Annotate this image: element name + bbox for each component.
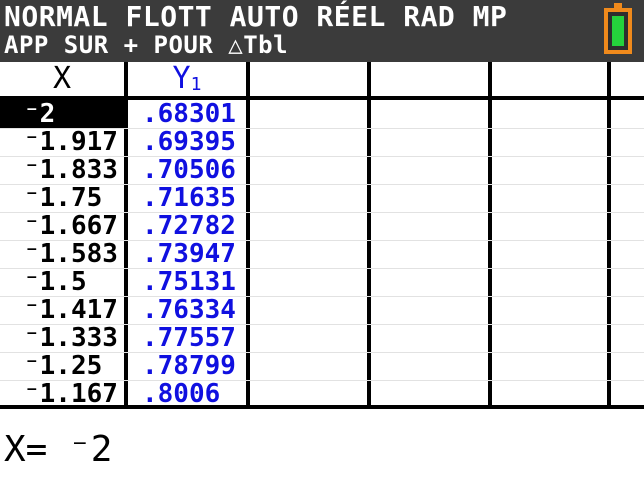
x-cell[interactable]: ⁻1.75: [0, 184, 124, 212]
y1-cell[interactable]: .77557: [128, 324, 246, 352]
column-divider: [246, 62, 250, 408]
table-hint-line: APP SUR + POUR △Tbl: [4, 31, 289, 59]
y1-cell[interactable]: .8006: [128, 380, 246, 408]
column-divider: [607, 62, 611, 408]
x-cell[interactable]: ⁻1.917: [0, 128, 124, 156]
column-divider: [367, 62, 371, 408]
row-separator: [0, 156, 644, 157]
y1-cell[interactable]: .72782: [128, 212, 246, 240]
y1-cell[interactable]: .70506: [128, 156, 246, 184]
x-cell[interactable]: ⁻2: [0, 100, 124, 128]
row-separator: [0, 296, 644, 297]
mode-settings-line: NORMAL FLOTT AUTO RÉEL RAD MP: [4, 0, 508, 33]
column-header-y1-subscript: 1: [190, 74, 202, 95]
column-header-x[interactable]: X: [0, 62, 124, 96]
y1-cell[interactable]: .78799: [128, 352, 246, 380]
y1-cell[interactable]: .73947: [128, 240, 246, 268]
status-bar: NORMAL FLOTT AUTO RÉEL RAD MP APP SUR + …: [0, 0, 644, 62]
battery-level: [612, 16, 624, 46]
row-separator: [0, 324, 644, 325]
y1-cell[interactable]: .71635: [128, 184, 246, 212]
y1-cell[interactable]: .76334: [128, 296, 246, 324]
row-separator: [0, 128, 644, 129]
row-separator: [0, 184, 644, 185]
column-header-y1-label: Y: [172, 61, 191, 96]
row-separator: [0, 352, 644, 353]
row-separator: [0, 380, 644, 381]
column-header-y1[interactable]: Y1: [128, 62, 246, 96]
y1-cell[interactable]: .69395: [128, 128, 246, 156]
x-cell[interactable]: ⁻1.167: [0, 380, 124, 408]
row-separator: [0, 240, 644, 241]
column-header-x-label: X: [52, 61, 72, 96]
battery-full-icon: [604, 8, 632, 54]
x-cell[interactable]: ⁻1.833: [0, 156, 124, 184]
y1-cell[interactable]: .75131: [128, 268, 246, 296]
x-cell[interactable]: ⁻1.583: [0, 240, 124, 268]
x-cell[interactable]: ⁻1.5: [0, 268, 124, 296]
x-cell[interactable]: ⁻1.417: [0, 296, 124, 324]
row-separator: [0, 268, 644, 269]
x-cell[interactable]: ⁻1.667: [0, 212, 124, 240]
row-separator: [0, 212, 644, 213]
column-divider: [488, 62, 492, 408]
x-cell[interactable]: ⁻1.25: [0, 352, 124, 380]
entry-line: X= ⁻2: [4, 429, 113, 470]
x-cell[interactable]: ⁻1.333: [0, 324, 124, 352]
y1-cell[interactable]: .68301: [128, 100, 246, 128]
